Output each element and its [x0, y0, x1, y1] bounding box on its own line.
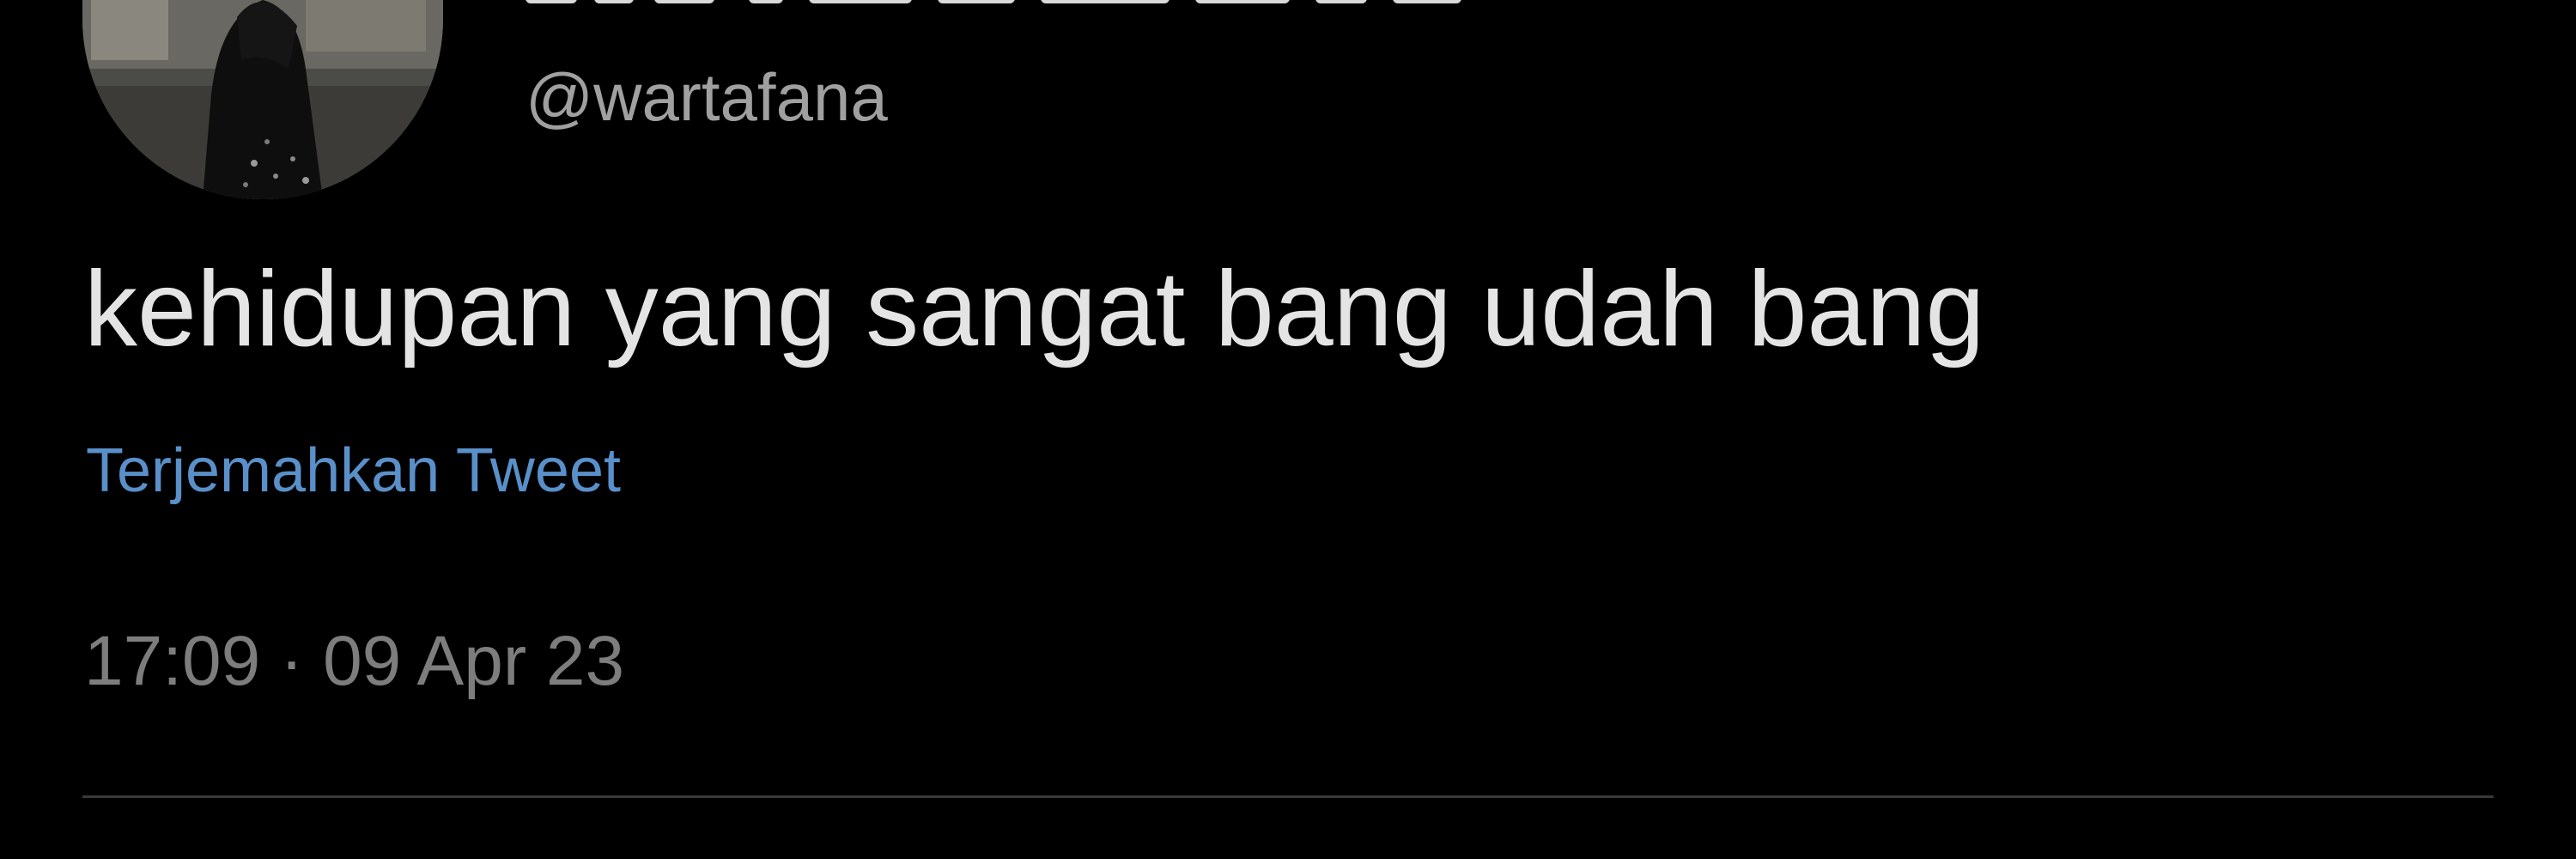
- display-name-cropped[interactable]: [526, 0, 1642, 12]
- avatar-photo: [82, 0, 443, 199]
- divider: [82, 795, 2494, 798]
- tweet-text: kehidupan yang sangat bang udah bang: [84, 250, 1985, 369]
- tweet-timestamp[interactable]: 17:09 · 09 Apr 23: [84, 620, 624, 703]
- user-handle[interactable]: @wartafana: [526, 58, 888, 136]
- translate-tweet-link[interactable]: Terjemahkan Tweet: [86, 434, 621, 508]
- tweet-card: @wartafana kehidupan yang sangat bang ud…: [0, 0, 2576, 859]
- avatar[interactable]: [82, 0, 443, 199]
